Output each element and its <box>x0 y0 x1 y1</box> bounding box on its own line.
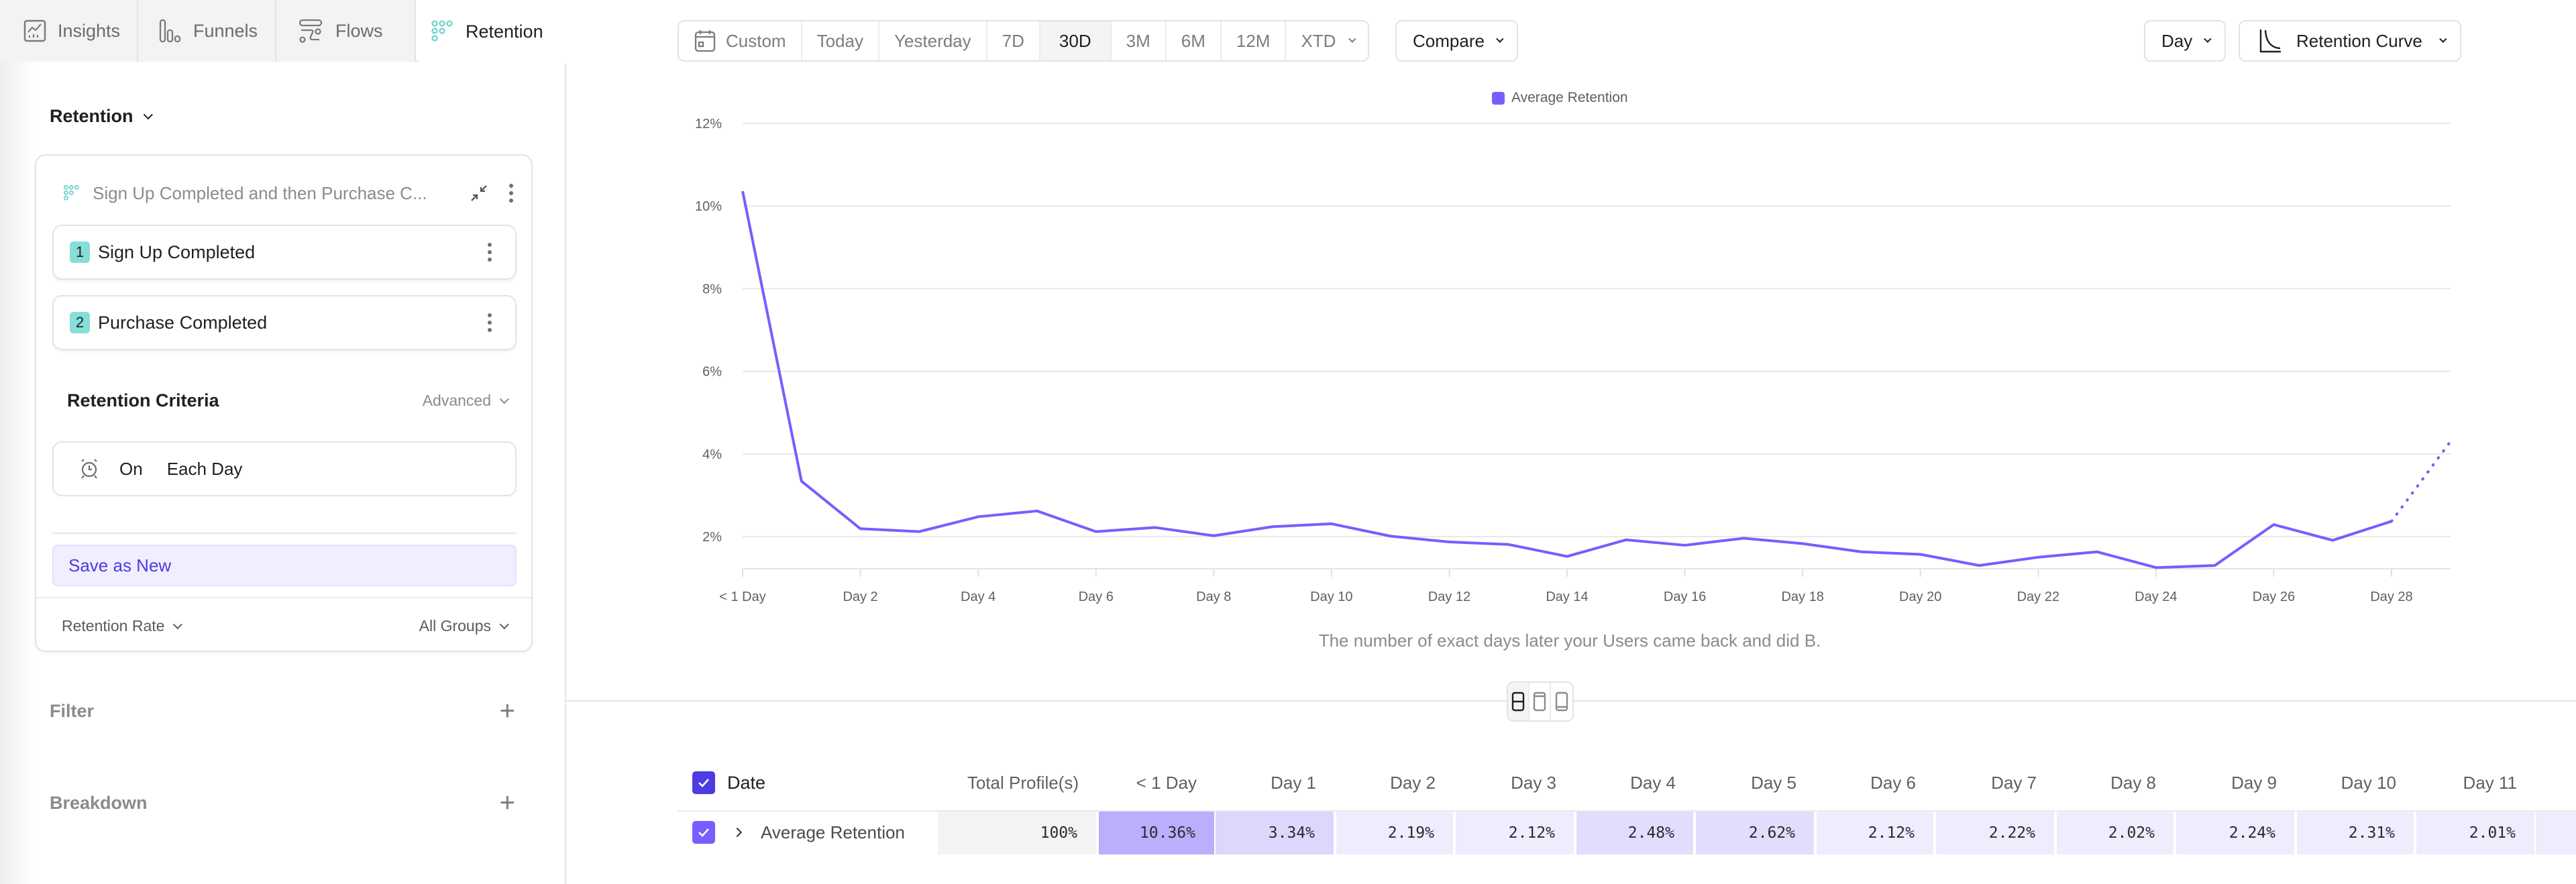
x-tick-label: Day 26 <box>2253 590 2295 604</box>
layout-table-only-button[interactable] <box>1551 683 1572 720</box>
row-label-group: Average Retention <box>692 821 905 844</box>
split-view-icon <box>1511 692 1525 712</box>
breakdown-section: Breakdown + <box>50 789 515 816</box>
column-header[interactable]: Total Profile(s) <box>938 773 1079 793</box>
column-header[interactable]: Day 11 <box>2416 773 2517 793</box>
column-header[interactable]: Day 1 <box>1216 773 1316 793</box>
column-header-label: Date <box>727 772 766 793</box>
select-all-checkbox[interactable] <box>692 771 715 794</box>
y-tick-label: 8% <box>702 282 722 296</box>
column-header[interactable]: Day 4 <box>1576 773 1676 793</box>
y-tick-label: 2% <box>702 530 722 545</box>
x-tick-label: Day 10 <box>1310 590 1352 604</box>
x-tick-label: Day 12 <box>1428 590 1470 604</box>
column-header[interactable]: Day 10 <box>2297 773 2396 793</box>
x-tick-label: Day 16 <box>1664 590 1706 604</box>
retention-cell[interactable]: 3.34% <box>1216 812 1335 854</box>
table-row[interactable]: Average Retention 100% 10.36% 3.34% 2.19% 2.… <box>678 812 2576 854</box>
retention-cell[interactable]: 2.19% <box>1336 812 1454 854</box>
x-tick-label: Day 2 <box>843 590 877 604</box>
x-tick-label: Day 4 <box>961 590 996 604</box>
x-tick-label: Day 6 <box>1079 590 1114 604</box>
x-tick-label: Day 14 <box>1546 590 1588 604</box>
row-label: Average Retention <box>761 822 905 842</box>
y-tick-label: 6% <box>702 365 722 380</box>
layout-toggle <box>1507 681 1574 722</box>
layout-chart-only-button[interactable] <box>1529 683 1552 720</box>
add-breakdown-plus-icon[interactable]: + <box>500 789 515 816</box>
retention-cell[interactable]: 10.36% <box>1099 812 1216 854</box>
series-line-average-retention <box>741 190 2392 569</box>
x-tick-label: Day 28 <box>2370 590 2412 604</box>
retention-chart: 2% 4% 6% 8% 10% 12% < 1 Day Day 2 Day 4 Day 6 Day… <box>695 117 2452 604</box>
retention-cell[interactable]: 2.22% <box>1936 812 2055 854</box>
x-tick-label: < 1 Day <box>719 590 765 604</box>
y-tick-label: 10% <box>695 199 722 214</box>
x-tick-label: Day 8 <box>1196 590 1231 604</box>
date-column-header: Date <box>692 771 765 794</box>
retention-cell[interactable]: 2.24% <box>2176 812 2296 854</box>
chart-only-view-icon <box>1533 692 1546 712</box>
breakdown-label: Breakdown <box>50 792 148 813</box>
x-tick-label: Day 18 <box>1781 590 1823 604</box>
retention-cell[interactable]: 2.31% <box>2297 812 2415 854</box>
x-tick-label: Day 24 <box>2135 590 2177 604</box>
x-tick-label: Day 20 <box>1899 590 1941 604</box>
add-filter-plus-icon[interactable]: + <box>500 698 515 724</box>
row-checkbox[interactable] <box>692 821 715 844</box>
retention-cell[interactable]: 2.12% <box>1817 812 1935 854</box>
checkmark-icon <box>698 828 709 837</box>
column-header[interactable]: Day 6 <box>1817 773 1916 793</box>
retention-cell[interactable]: 2.01% <box>2416 812 2536 854</box>
filter-section: Filter + <box>50 698 515 724</box>
layout-split-button[interactable] <box>1508 683 1530 720</box>
y-tick-label: 4% <box>702 447 722 462</box>
column-header[interactable]: Day 5 <box>1696 773 1796 793</box>
retention-cell[interactable]: 2.12% <box>1456 812 1575 854</box>
total-profiles-cell[interactable]: 100% <box>938 812 1097 854</box>
chart-caption: The number of exact days later your User… <box>1318 630 1821 651</box>
retention-cell[interactable]: 2.02% <box>2057 812 2175 854</box>
checkmark-icon <box>698 779 709 787</box>
table-only-view-icon <box>1555 692 1568 712</box>
filter-label: Filter <box>50 700 95 721</box>
retention-cell-partial[interactable] <box>2536 812 2576 854</box>
retention-cell[interactable]: 2.48% <box>1576 812 1695 854</box>
retention-cell[interactable]: 2.62% <box>1696 812 1815 854</box>
y-tick-label: 12% <box>695 117 722 131</box>
column-header[interactable]: Day 3 <box>1456 773 1556 793</box>
column-header[interactable]: < 1 Day <box>1099 773 1197 793</box>
x-tick-label: Day 22 <box>2017 590 2059 604</box>
expand-chevron-icon[interactable] <box>732 827 743 838</box>
column-header[interactable]: Day 9 <box>2176 773 2277 793</box>
column-header[interactable]: Day 7 <box>1936 773 2037 793</box>
column-header[interactable]: Day 8 <box>2057 773 2156 793</box>
column-header[interactable]: Day 2 <box>1336 773 1436 793</box>
